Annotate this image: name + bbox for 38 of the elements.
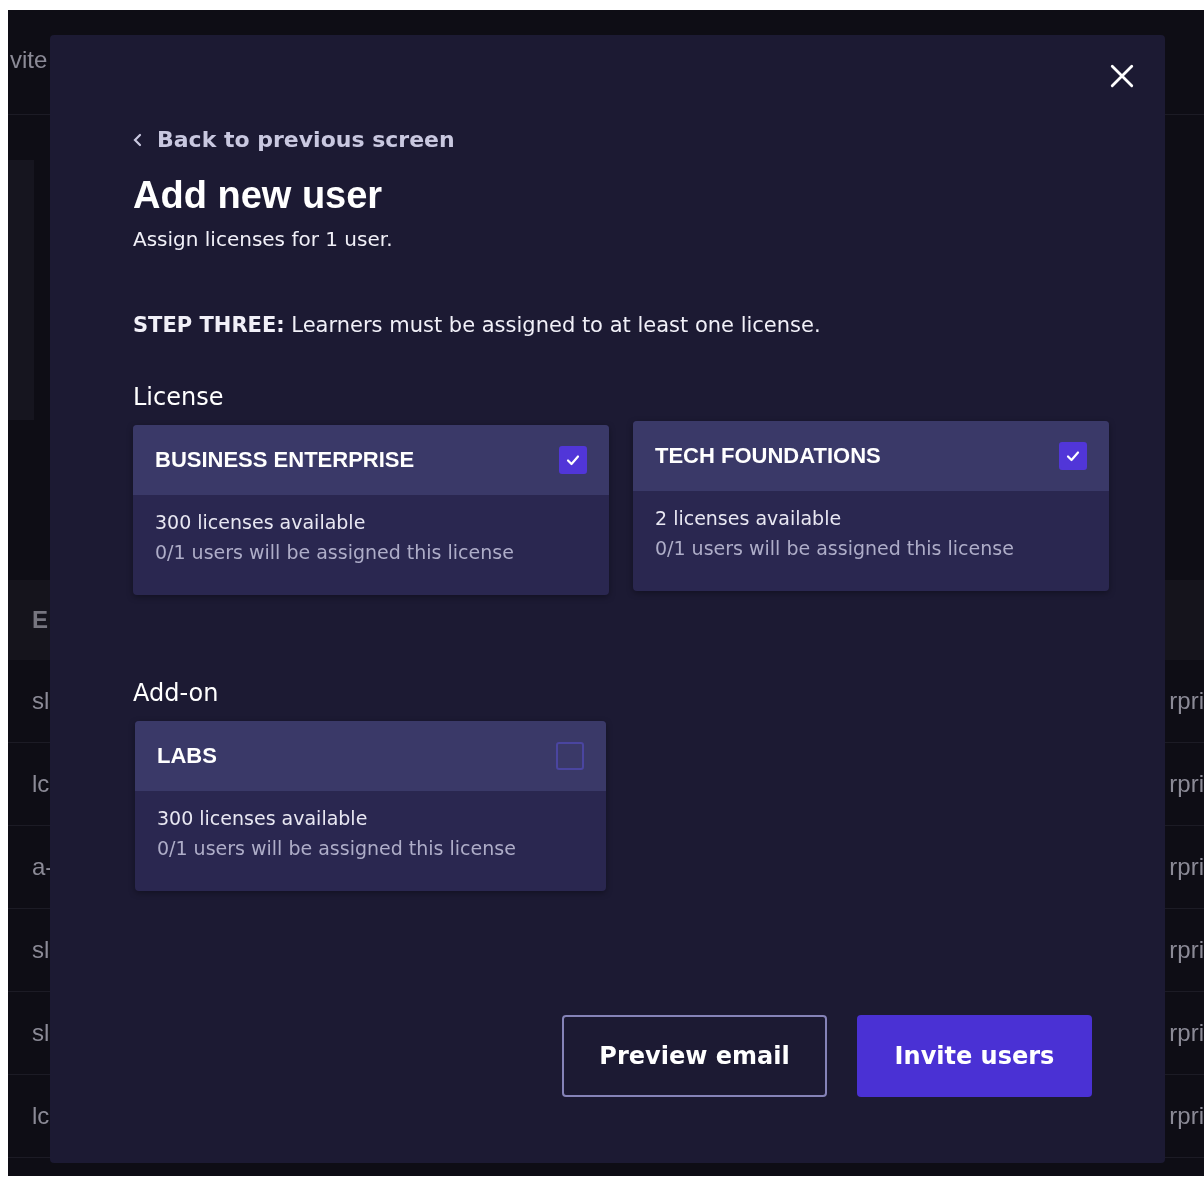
checkmark-icon (1065, 448, 1081, 464)
assignment-text: 0/1 users will be assigned this license (655, 536, 1015, 561)
step-text: STEP THREE: Learners must be assigned to at least one license. (133, 313, 822, 337)
table-cell: rpri (1169, 770, 1204, 798)
column-header: E (32, 606, 48, 634)
table-cell: rpri (1169, 936, 1204, 964)
license-name: LABS (157, 743, 217, 769)
table-cell: lc (32, 1102, 50, 1130)
table-cell: sl (32, 1019, 50, 1047)
invite-button[interactable]: Invite users (857, 1015, 1092, 1097)
table-cell: rpri (1169, 853, 1204, 881)
chevron-left-icon (133, 132, 143, 147)
availability-text: 300 licenses available (155, 510, 367, 535)
close-button[interactable] (1109, 63, 1135, 89)
subtitle: Assign licenses for 1 user. (133, 227, 394, 251)
table-cell: lc (32, 770, 50, 798)
header-text: vite (10, 46, 48, 73)
assignment-text: 0/1 users will be assigned this license (155, 540, 515, 565)
checkmark-icon (565, 452, 581, 468)
license-name: TECH FOUNDATIONS (655, 443, 881, 469)
section-heading: Add-on (133, 679, 220, 707)
checkbox[interactable] (556, 742, 584, 770)
dialog-title: Add new user (133, 174, 384, 217)
table-cell: rpri (1169, 687, 1204, 715)
table-cell: sl (32, 936, 50, 964)
checkbox[interactable] (559, 446, 587, 474)
assignment-text: 0/1 users will be assigned this license (157, 836, 517, 861)
checkbox[interactable] (1059, 442, 1087, 470)
table-cell: sl (32, 687, 50, 715)
table-cell: rpri (1169, 1019, 1204, 1047)
availability-text: 2 licenses available (655, 506, 843, 531)
table-cell: rpri (1169, 1102, 1204, 1130)
back-link[interactable]: Back to previous screen (133, 127, 455, 152)
table-cell: a- (32, 853, 54, 881)
section-heading: License (133, 383, 225, 411)
preview-button[interactable]: Preview email (562, 1015, 827, 1097)
license-name: BUSINESS ENTERPRISE (155, 447, 415, 473)
availability-text: 300 licenses available (157, 806, 369, 831)
